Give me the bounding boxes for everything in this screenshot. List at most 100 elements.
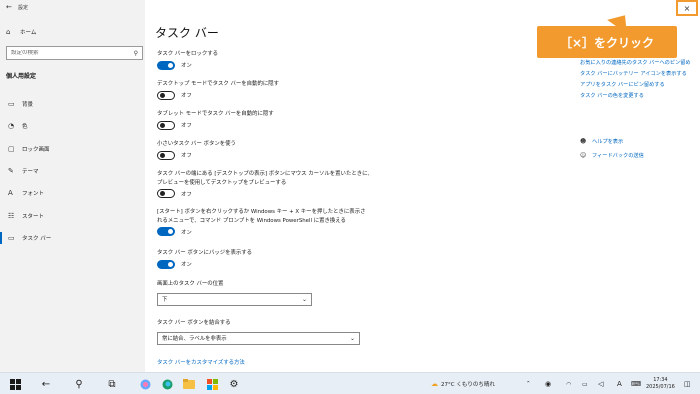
- section-title: 個人用設定: [6, 73, 37, 80]
- taskbar-icon: ▭: [8, 233, 15, 242]
- sidebar-item-label: タスク バー: [22, 235, 52, 242]
- help-icon: ☻: [580, 138, 587, 145]
- network-icon[interactable]: ◠: [566, 373, 571, 394]
- store-icon[interactable]: [205, 377, 219, 391]
- home-icon: ⌂: [6, 28, 11, 36]
- dropdown-value: 常に結合、ラベルを非表示: [162, 336, 227, 342]
- related-link-pin-apps[interactable]: アプリをタスク バーにピン留めする: [580, 80, 698, 91]
- keyboard-icon[interactable]: ⌨: [631, 373, 641, 394]
- autohide-tablet-toggle[interactable]: [157, 120, 175, 130]
- setting-lock-taskbar: タスク バーをロックする オン: [157, 50, 377, 70]
- toggle-state: オフ: [181, 153, 192, 159]
- feedback-link[interactable]: ☺ フィードバックの送信: [580, 152, 644, 159]
- setting-label: タスク バー ボタンにバッジを表示する: [157, 250, 253, 256]
- sidebar-item-label: ロック画面: [22, 146, 50, 153]
- sidebar-item-colors[interactable]: ◔ 色: [0, 115, 145, 137]
- related-link-taskbar-color[interactable]: タスク バーの色を変更する: [580, 91, 698, 102]
- search-box[interactable]: ⚲: [6, 46, 143, 60]
- autohide-desktop-toggle[interactable]: [157, 90, 175, 100]
- setting-label-line2: れるメニューで、コマンド プロンプトを Windows PowerShell に…: [157, 217, 346, 224]
- sidebar-item-taskbar[interactable]: ▭ タスク バー: [0, 227, 145, 249]
- settings-gear-icon[interactable]: ⚙: [227, 377, 241, 391]
- related-links: お気に入りの連絡先のタスク バーへのピン留め タスク バーにバッテリー アイコン…: [580, 58, 698, 102]
- feedback-icon: ☺: [580, 152, 587, 159]
- sidebar-item-themes[interactable]: ✎ テーマ: [0, 160, 145, 182]
- toggle-state: オフ: [181, 191, 192, 198]
- search-icon[interactable]: ⚲: [134, 50, 138, 57]
- sidebar-item-background[interactable]: ▭ 背景: [0, 93, 145, 115]
- record-icon[interactable]: ◉: [545, 373, 551, 394]
- search-input[interactable]: [11, 50, 134, 56]
- weather-icon: ☁: [431, 380, 438, 388]
- font-icon: A: [8, 189, 13, 198]
- sidebar-item-lock-screen[interactable]: ▢ ロック画面: [0, 138, 145, 160]
- brush-icon: ✎: [8, 167, 14, 176]
- setting-peek: タスク バーの端にある [デスクトップの表示] ボタンにマウス カーソルを置いた…: [157, 170, 417, 198]
- back-arrow-icon[interactable]: ←: [6, 3, 16, 11]
- sidebar: ← 設定 ⌂ ホーム ⚲ 個人用設定 ▭ 背景 ◔ 色 ▢ ロック画面 ✎ テー…: [0, 0, 145, 372]
- task-view-icon[interactable]: ⧉: [105, 377, 119, 391]
- weather-widget[interactable]: ☁ 27°C くもりのち晴れ: [431, 373, 495, 394]
- help-link[interactable]: ☻ ヘルプを表示: [580, 138, 623, 145]
- callout-box: ［×］をクリック: [537, 26, 677, 58]
- combine-dropdown[interactable]: 常に結合、ラベルを非表示 ⌄: [157, 331, 360, 345]
- setting-label: タブレット モードでタスク バーを自動的に隠す: [157, 111, 274, 117]
- small-buttons-toggle[interactable]: [157, 150, 175, 160]
- weather-text: 27°C くもりのち晴れ: [441, 382, 495, 388]
- setting-position: 画面上のタスク バーの位置 下 ⌄: [157, 280, 377, 306]
- setting-autohide-tablet: タブレット モードでタスク バーを自動的に隠す オフ: [157, 110, 377, 130]
- setting-label-line2: プレビューを使用してデスクトップをプレビューする: [157, 179, 287, 186]
- sidebar-item-label: 色: [22, 124, 28, 131]
- sidebar-item-fonts[interactable]: A フォント: [0, 182, 145, 204]
- setting-label: 画面上のタスク バーの位置: [157, 281, 224, 287]
- edge-icon[interactable]: [160, 377, 174, 391]
- sidebar-item-home[interactable]: ⌂ ホーム: [0, 25, 145, 39]
- palette-icon: ◔: [8, 122, 15, 131]
- setting-badges: タスク バー ボタンにバッジを表示する オン: [157, 249, 377, 269]
- dropdown-value: 下: [162, 297, 168, 303]
- toggle-state: オン: [181, 229, 192, 236]
- customize-taskbar-link[interactable]: タスク バーをカスタマイズする方法: [157, 358, 245, 366]
- copilot-icon[interactable]: [138, 377, 152, 391]
- lock-taskbar-toggle[interactable]: [157, 60, 175, 70]
- clock-date: 2025/07/16: [646, 383, 675, 390]
- toggle-state: オフ: [181, 123, 192, 129]
- file-explorer-icon[interactable]: [182, 377, 196, 391]
- help-label: ヘルプを表示: [592, 139, 624, 145]
- setting-combine: タスク バー ボタンを結合する 常に結合、ラベルを非表示 ⌄: [157, 319, 377, 345]
- notification-icon[interactable]: ◫: [684, 373, 691, 394]
- sidebar-item-label: フォント: [22, 191, 45, 198]
- battery-icon[interactable]: ▭: [582, 373, 588, 394]
- taskbar: ← ⚲ ⧉ ⚙ ☁ 27°C くもりのち晴れ ⌃ ◉ ◠ ▭ ◁ A ⌨ 17:…: [0, 372, 700, 394]
- toggle-state: オフ: [181, 93, 192, 99]
- tray-chevron-icon[interactable]: ⌃: [526, 373, 531, 394]
- search-icon[interactable]: ⚲: [72, 377, 86, 391]
- toggle-state: オン: [181, 63, 192, 69]
- setting-label: デスクトップ モードでタスク バーを自動的に隠す: [157, 81, 280, 87]
- sidebar-item-start[interactable]: ☷ スタート: [0, 204, 145, 226]
- lock-screen-icon: ▢: [8, 144, 15, 153]
- back-arrow-icon[interactable]: ←: [39, 377, 53, 391]
- sidebar-nav: ▭ 背景 ◔ 色 ▢ ロック画面 ✎ テーマ A フォント ☷ スタート ▭ タ…: [0, 93, 145, 249]
- chevron-down-icon: ⌄: [301, 295, 307, 303]
- windows-start-icon[interactable]: [8, 377, 22, 391]
- toggle-state: オン: [181, 262, 192, 268]
- setting-powershell: [スタート] ボタンを右クリックするか Windows キー + X キーを押し…: [157, 208, 417, 236]
- sidebar-item-label: 背景: [22, 102, 34, 109]
- app-title: 設定: [18, 4, 29, 11]
- feedback-label: フィードバックの送信: [592, 153, 644, 159]
- badges-toggle[interactable]: [157, 259, 175, 269]
- picture-icon: ▭: [8, 100, 15, 109]
- ime-indicator[interactable]: A: [617, 373, 622, 394]
- setting-label-line1: [スタート] ボタンを右クリックするか Windows キー + X キーを押し…: [157, 209, 366, 215]
- setting-label: 小さいタスク バー ボタンを使う: [157, 141, 236, 147]
- peek-toggle[interactable]: [157, 189, 175, 198]
- setting-label-line1: タスク バーの端にある [デスクトップの表示] ボタンにマウス カーソルを置いた…: [157, 171, 373, 177]
- volume-icon[interactable]: ◁: [598, 373, 603, 394]
- powershell-toggle[interactable]: [157, 227, 175, 236]
- close-button[interactable]: ×: [676, 0, 698, 16]
- related-link-pin-contacts[interactable]: お気に入りの連絡先のタスク バーへのピン留め: [580, 58, 698, 69]
- clock[interactable]: 17:34 2025/07/16: [646, 377, 675, 390]
- related-link-battery-icon[interactable]: タスク バーにバッテリー アイコンを表示する: [580, 69, 698, 80]
- position-dropdown[interactable]: 下 ⌄: [157, 292, 312, 306]
